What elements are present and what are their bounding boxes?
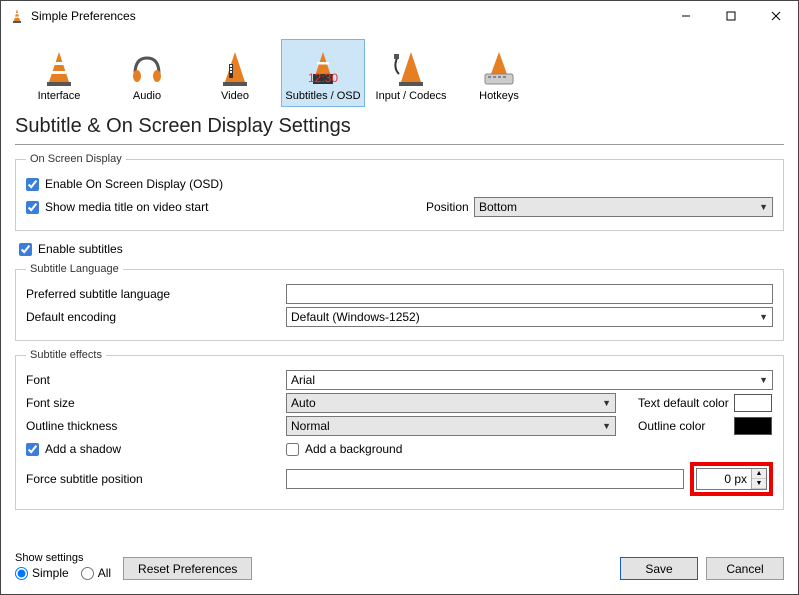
encoding-combo[interactable]: Default (Windows-1252) ▼ <box>286 307 773 327</box>
font-size-value: Auto <box>291 396 316 410</box>
outline-color-label: Outline color <box>638 419 734 433</box>
page-title: Subtitle & On Screen Display Settings <box>1 111 798 144</box>
tab-interface[interactable]: Interface <box>17 39 101 107</box>
cancel-button[interactable]: Cancel <box>706 557 784 580</box>
close-button[interactable] <box>753 1 798 31</box>
shadow-label: Add a shadow <box>45 442 121 456</box>
text-color-swatch[interactable] <box>734 394 772 412</box>
outline-label: Outline thickness <box>26 419 286 433</box>
all-radio[interactable]: All <box>81 566 111 580</box>
subtitle-language-group: Subtitle Language Preferred subtitle lan… <box>15 263 784 341</box>
tab-label: Interface <box>38 90 81 102</box>
pref-lang-label: Preferred subtitle language <box>26 287 286 301</box>
tab-label: Video <box>221 90 249 102</box>
outline-combo[interactable]: Normal ▼ <box>286 416 616 436</box>
font-value: Arial <box>291 373 315 387</box>
tab-subtitles-osd[interactable]: 12:30 Subtitles / OSD <box>281 39 365 107</box>
spin-down-icon[interactable]: ▼ <box>752 479 766 489</box>
force-position-label: Force subtitle position <box>26 472 286 486</box>
minimize-button[interactable] <box>663 1 708 31</box>
highlight-box: 0 px ▲ ▼ <box>690 462 773 496</box>
reset-button[interactable]: Reset Preferences <box>123 557 252 580</box>
tab-label: Hotkeys <box>479 90 519 102</box>
chevron-down-icon: ▼ <box>759 312 768 322</box>
enable-osd-label: Enable On Screen Display (OSD) <box>45 177 223 191</box>
app-icon <box>9 8 25 24</box>
shadow-checkbox[interactable] <box>26 443 39 456</box>
tab-hotkeys[interactable]: Hotkeys <box>457 39 541 107</box>
font-label: Font <box>26 373 286 387</box>
svg-text:12:30: 12:30 <box>308 71 338 85</box>
osd-legend: On Screen Display <box>26 153 126 165</box>
background-checkbox[interactable] <box>286 443 299 456</box>
background-label: Add a background <box>305 442 402 456</box>
chevron-down-icon: ▼ <box>759 202 768 212</box>
cone-icon <box>39 48 79 88</box>
position-combo[interactable]: Bottom ▼ <box>474 197 773 217</box>
encoding-label: Default encoding <box>26 310 286 324</box>
force-position-value: 0 px <box>697 472 751 486</box>
encoding-value: Default (Windows-1252) <box>291 310 420 324</box>
enable-osd-checkbox[interactable] <box>26 178 39 191</box>
headphones-icon <box>127 48 167 88</box>
text-color-label: Text default color <box>638 396 734 410</box>
show-settings-label: Show settings <box>15 552 111 564</box>
subtitle-effects-group: Subtitle effects Font Arial ▼ Font size … <box>15 349 784 510</box>
simple-radio[interactable]: Simple <box>15 566 69 580</box>
tab-label: Audio <box>133 90 161 102</box>
tab-video[interactable]: Video <box>193 39 277 107</box>
cone-keyboard-icon <box>479 48 519 88</box>
window-title: Simple Preferences <box>31 9 663 23</box>
effects-legend: Subtitle effects <box>26 349 106 361</box>
cone-plug-icon <box>391 48 431 88</box>
position-value: Bottom <box>479 200 517 214</box>
chevron-down-icon: ▼ <box>759 375 768 385</box>
lang-legend: Subtitle Language <box>26 263 123 275</box>
titlebar: Simple Preferences <box>1 1 798 31</box>
enable-subtitles-label: Enable subtitles <box>38 242 123 256</box>
maximize-button[interactable] <box>708 1 753 31</box>
tab-audio[interactable]: Audio <box>105 39 189 107</box>
force-position-spinner[interactable]: 0 px ▲ ▼ <box>696 468 767 490</box>
show-settings-group: Show settings Simple All <box>15 552 111 580</box>
tab-label: Input / Codecs <box>376 90 447 102</box>
font-size-label: Font size <box>26 396 286 410</box>
tab-input-codecs[interactable]: Input / Codecs <box>369 39 453 107</box>
category-toolbar: Interface Audio Video 12:30 Subtitles / … <box>1 31 798 111</box>
force-position-input[interactable] <box>286 469 684 489</box>
spin-up-icon[interactable]: ▲ <box>752 469 766 479</box>
show-title-checkbox[interactable] <box>26 201 39 214</box>
outline-value: Normal <box>291 419 330 433</box>
osd-group: On Screen Display Enable On Screen Displ… <box>15 153 784 231</box>
show-title-label: Show media title on video start <box>45 200 208 214</box>
cone-display-icon: 12:30 <box>303 48 343 88</box>
chevron-down-icon: ▼ <box>602 398 611 408</box>
cone-film-icon <box>215 48 255 88</box>
save-button[interactable]: Save <box>620 557 698 580</box>
footer: Show settings Simple All Reset Preferenc… <box>1 552 798 580</box>
pref-lang-input[interactable] <box>286 284 773 304</box>
font-combo[interactable]: Arial ▼ <box>286 370 773 390</box>
tab-label: Subtitles / OSD <box>285 90 360 102</box>
chevron-down-icon: ▼ <box>602 421 611 431</box>
font-size-combo[interactable]: Auto ▼ <box>286 393 616 413</box>
position-label: Position <box>426 200 474 214</box>
outline-color-swatch[interactable] <box>734 417 772 435</box>
enable-subtitles-checkbox[interactable] <box>19 243 32 256</box>
